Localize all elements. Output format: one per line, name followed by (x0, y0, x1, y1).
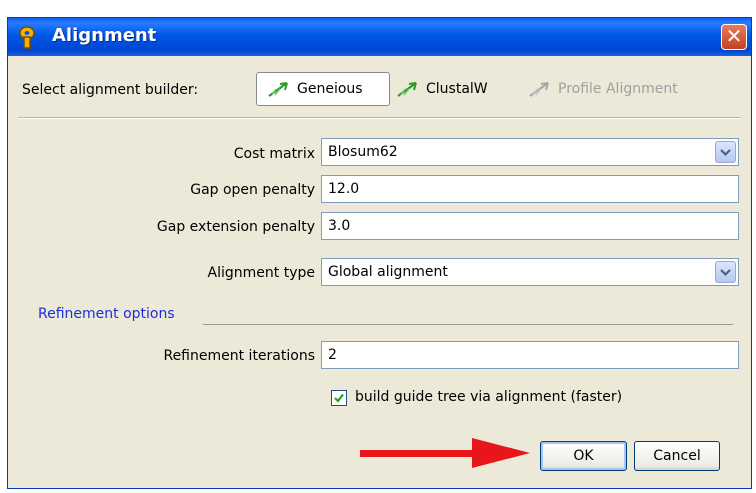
refinement-iterations-label: Refinement iterations (163, 348, 315, 364)
alignment-type-dropdown-button[interactable] (715, 261, 736, 283)
builder-profile-alignment-button[interactable]: Profile Alignment (528, 72, 678, 106)
cost-matrix-dropdown-button[interactable] (715, 141, 736, 163)
alignment-type-value: Global alignment (328, 264, 448, 280)
refinement-section-title: Refinement options (38, 306, 175, 322)
guide-tree-label: build guide tree via alignment (faster) (355, 389, 623, 405)
builder-clustalw-button[interactable]: ClustalW (396, 72, 488, 106)
title-bar[interactable]: Alignment ✕ (8, 18, 751, 56)
cancel-button[interactable]: Cancel (634, 441, 720, 471)
gap-open-input[interactable]: 12.0 (321, 175, 739, 203)
app-icon (19, 26, 35, 49)
gap-extension-input[interactable]: 3.0 (321, 212, 739, 240)
chevron-down-icon (720, 269, 731, 277)
red-arrow-annotation (360, 438, 530, 468)
builder-geneious-label: Geneious (297, 81, 363, 97)
clustalw-icon (397, 82, 417, 97)
refinement-iterations-input[interactable]: 2 (321, 341, 739, 369)
divider (18, 117, 741, 119)
gap-open-label: Gap open penalty (190, 182, 315, 198)
builder-clustalw-label: ClustalW (426, 81, 488, 97)
gap-extension-label: Gap extension penalty (156, 219, 315, 235)
cost-matrix-select[interactable]: Blosum62 (321, 138, 739, 166)
checkmark-icon (334, 393, 344, 403)
close-button[interactable]: ✕ (721, 24, 747, 50)
cost-matrix-value: Blosum62 (328, 144, 398, 160)
cost-matrix-label: Cost matrix (233, 146, 315, 162)
window-title: Alignment (52, 25, 157, 46)
alignment-type-select[interactable]: Global alignment (321, 258, 739, 286)
builder-profile-alignment-label: Profile Alignment (558, 81, 678, 97)
refinement-divider (203, 324, 733, 325)
ok-button[interactable]: OK (540, 441, 627, 471)
chevron-down-icon (720, 149, 731, 157)
builder-label: Select alignment builder: (22, 82, 199, 98)
profile-alignment-icon (529, 82, 549, 97)
builder-geneious-button[interactable]: Geneious (256, 72, 390, 106)
alignment-dialog: Alignment ✕ Select alignment builder: Ge… (7, 17, 752, 489)
guide-tree-checkbox[interactable] (331, 390, 347, 406)
alignment-type-label: Alignment type (207, 265, 315, 281)
geneious-icon (268, 82, 288, 97)
